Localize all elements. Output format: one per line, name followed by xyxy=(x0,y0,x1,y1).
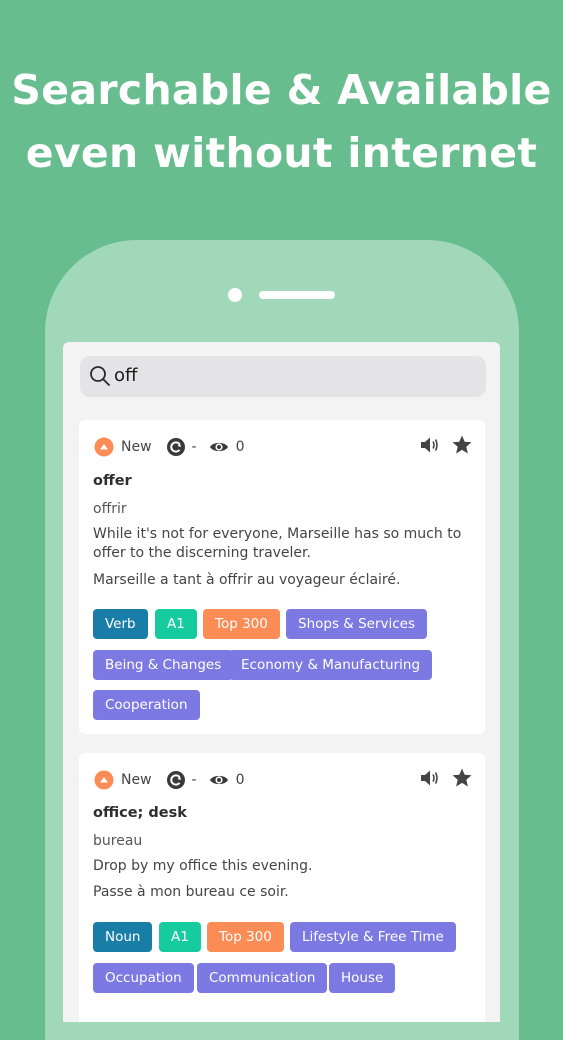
word-translation: offrir xyxy=(93,501,127,517)
app-screen: off New - 0 offer offrir While it's not … xyxy=(63,342,500,1022)
search-input[interactable]: off xyxy=(114,365,137,386)
phone-speaker xyxy=(259,291,335,299)
new-badge-icon xyxy=(94,770,114,790)
example-sentence: Drop by my office this evening. xyxy=(93,858,313,874)
phone-camera xyxy=(228,288,242,302)
example-sentence: While it's not for everyone, Marseille h… xyxy=(93,526,462,561)
new-badge-icon xyxy=(94,437,114,457)
tag-category[interactable]: Economy & Manufacturing xyxy=(229,650,433,680)
tag-part-of-speech[interactable]: Noun xyxy=(93,922,153,952)
speaker-icon[interactable] xyxy=(419,434,441,456)
speaker-icon[interactable] xyxy=(419,767,441,789)
tag-level[interactable]: A1 xyxy=(159,922,201,952)
card-actions xyxy=(419,767,473,789)
tag-part-of-speech[interactable]: Verb xyxy=(93,609,148,639)
card-actions xyxy=(419,434,473,456)
example-translation: Marseille a tant à offrir au voyageur éc… xyxy=(93,572,401,588)
word-translation: bureau xyxy=(93,833,143,849)
search-bar[interactable]: off xyxy=(80,356,486,397)
word-title: offer xyxy=(93,473,132,489)
card-meta: New - 0 xyxy=(94,769,245,791)
tag-category[interactable]: Occupation xyxy=(93,963,194,993)
card-meta: New - 0 xyxy=(94,436,245,458)
headline-line-1: Searchable & Available xyxy=(11,66,552,114)
tag-category[interactable]: Cooperation xyxy=(93,690,200,720)
star-icon[interactable] xyxy=(451,434,473,456)
tag-category[interactable]: Shops & Services xyxy=(286,609,428,639)
word-card[interactable]: New - 0 offer offrir While it's not for … xyxy=(79,420,485,734)
star-icon[interactable] xyxy=(451,767,473,789)
review-value: - xyxy=(191,772,197,788)
tag-frequency[interactable]: Top 300 xyxy=(207,922,284,952)
eye-icon xyxy=(209,442,228,452)
tag-category[interactable]: Being & Changes xyxy=(93,650,234,680)
tag-category[interactable]: House xyxy=(329,963,396,993)
example-translation: Passe à mon bureau ce soir. xyxy=(93,884,289,900)
review-value: - xyxy=(191,439,197,455)
eye-icon xyxy=(209,775,228,785)
tag-level[interactable]: A1 xyxy=(155,609,197,639)
tag-category[interactable]: Communication xyxy=(197,963,328,993)
word-title: office; desk xyxy=(93,805,187,821)
search-icon xyxy=(90,366,110,386)
tag-frequency[interactable]: Top 300 xyxy=(203,609,280,639)
view-count: 0 xyxy=(235,439,245,455)
status-label: New xyxy=(121,439,152,455)
status-label: New xyxy=(121,772,152,788)
headline-line-2: even without internet xyxy=(25,129,538,177)
word-card[interactable]: New - 0 office; desk bureau Drop by my o… xyxy=(79,753,485,1022)
review-icon xyxy=(166,438,185,456)
tag-category[interactable]: Lifestyle & Free Time xyxy=(290,922,456,952)
review-icon xyxy=(166,771,185,789)
view-count: 0 xyxy=(235,772,245,788)
